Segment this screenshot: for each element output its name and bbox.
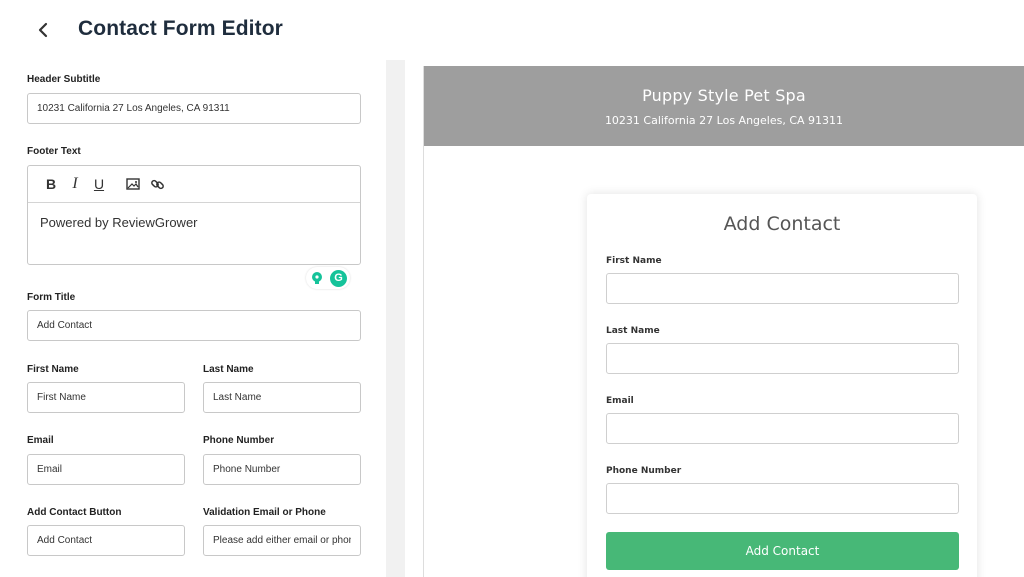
validation-label: Validation Email or Phone bbox=[203, 507, 326, 518]
first-name-input[interactable] bbox=[27, 382, 185, 413]
add-contact-button-label: Add Contact Button bbox=[27, 507, 122, 518]
preview-first-name-input[interactable] bbox=[606, 273, 959, 304]
preview-header: Puppy Style Pet Spa 10231 California 27 … bbox=[424, 66, 1024, 146]
first-name-label: First Name bbox=[27, 364, 79, 375]
footer-text-content[interactable]: Powered by ReviewGrower bbox=[28, 203, 360, 242]
preview-email-input[interactable] bbox=[606, 413, 959, 444]
grammarly-widget[interactable]: G bbox=[306, 267, 350, 289]
preview-first-name-label: First Name bbox=[606, 256, 662, 266]
preview-business-name: Puppy Style Pet Spa bbox=[642, 86, 806, 105]
insert-image-button[interactable] bbox=[122, 173, 144, 195]
grammarly-icon[interactable]: G bbox=[330, 269, 347, 287]
header-subtitle-input[interactable] bbox=[27, 93, 361, 124]
validation-input[interactable] bbox=[203, 525, 361, 556]
editor-panel: Header Subtitle Footer Text B I U bbox=[0, 60, 386, 577]
panel-divider bbox=[386, 60, 405, 577]
link-icon bbox=[150, 179, 164, 189]
email-input[interactable] bbox=[27, 454, 185, 485]
rich-text-toolbar: B I U bbox=[28, 166, 360, 203]
phone-number-input[interactable] bbox=[203, 454, 361, 485]
preview-phone-number-label: Phone Number bbox=[606, 466, 682, 476]
italic-button[interactable]: I bbox=[64, 173, 86, 195]
preview-phone-number-input[interactable] bbox=[606, 483, 959, 514]
last-name-input[interactable] bbox=[203, 382, 361, 413]
preview-last-name-input[interactable] bbox=[606, 343, 959, 374]
preview-add-contact-button[interactable]: Add Contact bbox=[606, 532, 959, 570]
back-button[interactable] bbox=[30, 17, 56, 43]
preview-form-card: Add Contact First Name Last Name Email P… bbox=[587, 194, 977, 577]
bold-button[interactable]: B bbox=[40, 173, 62, 195]
image-icon bbox=[126, 178, 140, 190]
chevron-left-icon bbox=[38, 22, 48, 38]
preview-form-title: Add Contact bbox=[723, 213, 841, 235]
email-label: Email bbox=[27, 435, 54, 446]
preview-email-label: Email bbox=[606, 396, 634, 406]
insert-link-button[interactable] bbox=[146, 173, 168, 195]
header-subtitle-label: Header Subtitle bbox=[27, 74, 101, 85]
form-preview: Puppy Style Pet Spa 10231 California 27 … bbox=[423, 66, 1024, 577]
lightbulb-icon[interactable] bbox=[309, 271, 324, 286]
form-title-label: Form Title bbox=[27, 292, 76, 303]
page-title: Contact Form Editor bbox=[78, 17, 283, 40]
last-name-label: Last Name bbox=[203, 364, 254, 375]
preview-header-subtitle: 10231 California 27 Los Angeles, CA 9131… bbox=[604, 114, 844, 127]
footer-text-editor[interactable]: B I U Powered by ReviewGrower bbox=[27, 165, 361, 265]
preview-last-name-label: Last Name bbox=[606, 326, 660, 336]
form-title-input[interactable] bbox=[27, 310, 361, 341]
underline-button[interactable]: U bbox=[88, 173, 110, 195]
phone-number-label: Phone Number bbox=[203, 435, 275, 446]
footer-text-label: Footer Text bbox=[27, 146, 81, 157]
add-contact-button-input[interactable] bbox=[27, 525, 185, 556]
